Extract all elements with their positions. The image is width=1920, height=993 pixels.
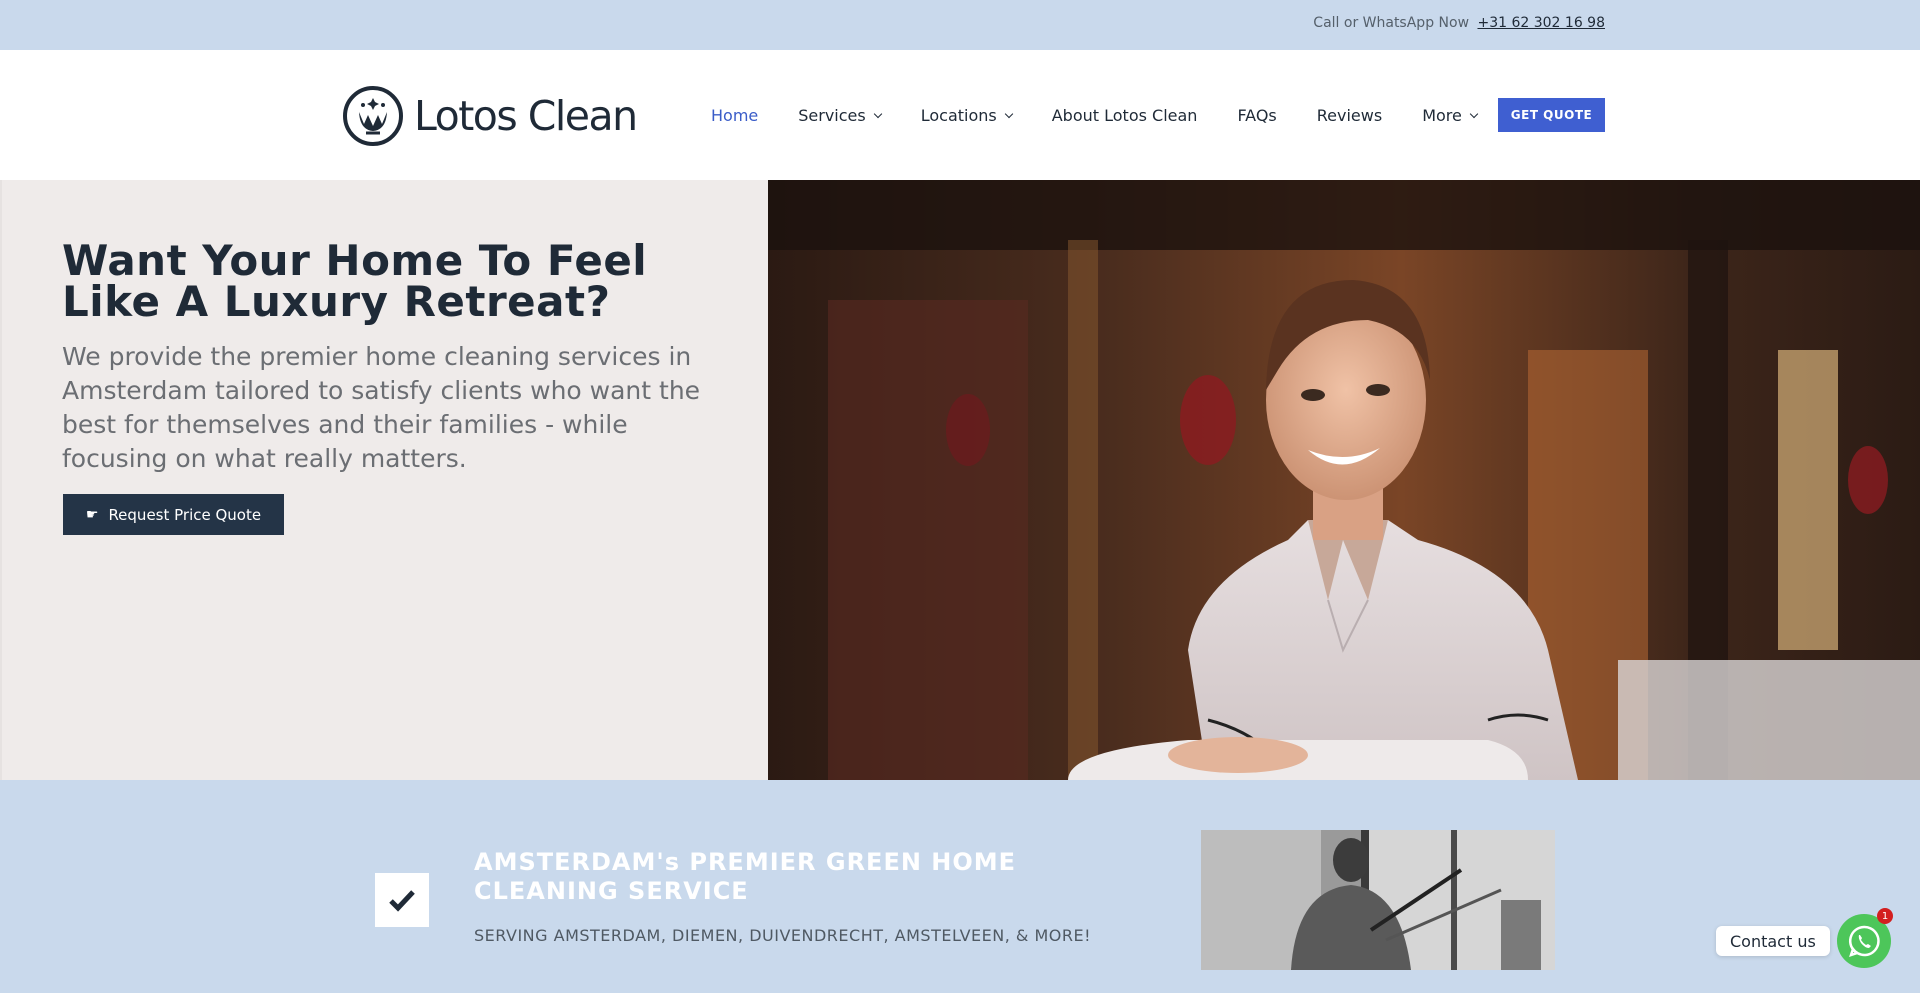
check-badge xyxy=(375,873,429,927)
contact-us-label[interactable]: Contact us xyxy=(1716,926,1830,956)
nav-services[interactable]: Services xyxy=(798,106,882,125)
whatsapp-icon xyxy=(1848,925,1880,957)
hero-section: Want Your Home To Feel Like A Luxury Ret… xyxy=(0,180,1920,780)
nav-more[interactable]: More xyxy=(1422,106,1479,125)
request-quote-label: Request Price Quote xyxy=(108,505,262,524)
nav-faqs-label: FAQs xyxy=(1237,106,1277,125)
site-header: Lotos Clean Home Services Locations Abou… xyxy=(0,50,1920,180)
logo[interactable]: Lotos Clean xyxy=(342,85,638,147)
hero-photo-cleaner xyxy=(768,180,1920,780)
nav-reviews[interactable]: Reviews xyxy=(1317,106,1382,125)
nav-home[interactable]: Home xyxy=(711,106,758,125)
nav-about[interactable]: About Lotos Clean xyxy=(1052,106,1198,125)
band-photo-cleaner xyxy=(1201,830,1555,970)
request-quote-button[interactable]: ☛ Request Price Quote xyxy=(63,494,284,535)
thumbs-up-icon: ☛ xyxy=(85,506,99,523)
nav-home-label: Home xyxy=(711,106,759,125)
main-nav: Home Services Locations About Lotos Clea… xyxy=(711,106,1517,125)
hero-description: We provide the premier home cleaning ser… xyxy=(62,342,701,473)
nav-more-label: More xyxy=(1422,106,1462,125)
nav-faqs[interactable]: FAQs xyxy=(1237,106,1276,125)
logo-mark-icon xyxy=(343,86,403,146)
band-title: AMSTERDAM's PREMIER GREEN HOME CLEANING … xyxy=(474,848,1017,905)
hero-title: Want Your Home To Feel Like A Luxury Ret… xyxy=(62,236,648,326)
chevron-down-icon xyxy=(1469,109,1479,118)
chevron-down-icon xyxy=(1004,109,1013,118)
band-subtitle: SERVING AMSTERDAM, DIEMEN, DUIVENDRECHT,… xyxy=(474,926,1092,945)
nav-about-label: About Lotos Clean xyxy=(1051,106,1198,125)
top-bar: Call or WhatsApp Now +31 62 302 16 98 xyxy=(0,0,1920,50)
nav-locations-label: Locations xyxy=(920,106,997,125)
hero-photo-illustration xyxy=(768,180,1920,780)
checkmark-icon xyxy=(389,890,415,912)
chevron-down-icon xyxy=(873,109,882,118)
hero-content: Want Your Home To Feel Like A Luxury Ret… xyxy=(0,180,768,780)
call-text: Call or WhatsApp Now xyxy=(1313,15,1470,31)
nav-services-label: Services xyxy=(798,106,866,125)
band-photo-illustration xyxy=(1201,830,1555,970)
call-info: Call or WhatsApp Now +31 62 302 16 98 xyxy=(1313,15,1605,31)
feature-band: AMSTERDAM's PREMIER GREEN HOME CLEANING … xyxy=(0,780,1920,993)
get-quote-button[interactable]: GET QUOTE xyxy=(1498,98,1605,132)
phone-link[interactable]: +31 62 302 16 98 xyxy=(1477,15,1605,31)
nav-reviews-label: Reviews xyxy=(1316,106,1383,125)
nav-locations[interactable]: Locations xyxy=(920,106,1013,125)
notification-badge: 1 xyxy=(1877,908,1893,924)
logo-text: Lotos Clean xyxy=(414,92,638,140)
